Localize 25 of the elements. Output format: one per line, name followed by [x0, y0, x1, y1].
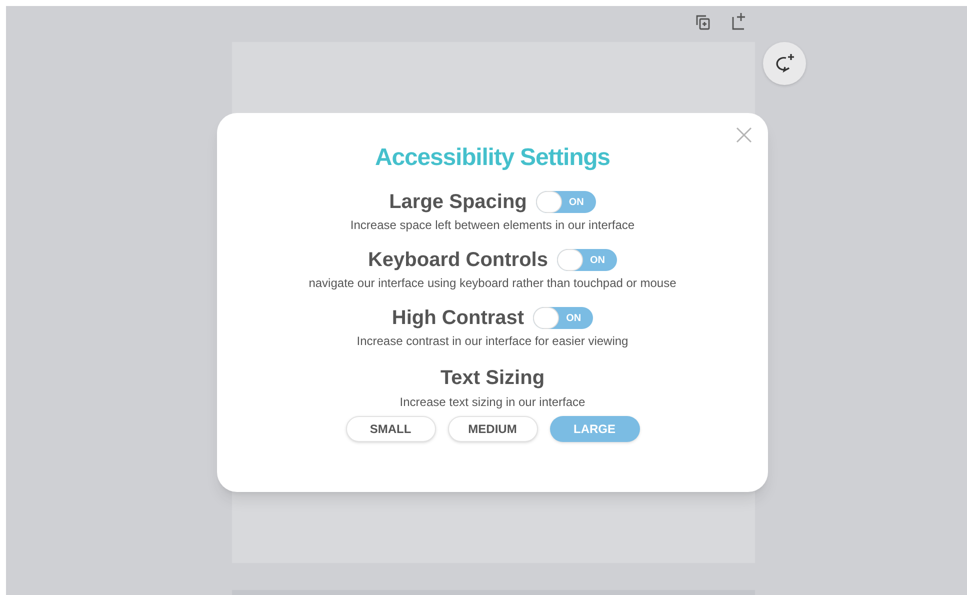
setting-description: navigate our interface using keyboard rather than touchpad or mouse — [308, 275, 676, 291]
toggle-switch[interactable]: ON — [533, 307, 594, 329]
setting-label: Large Spacing — [389, 190, 527, 215]
setting-description: Increase space left between elements in our interface — [350, 217, 635, 233]
setting-label: High Contrast — [392, 306, 524, 331]
toggle-text: ON — [590, 254, 605, 268]
setting-label: Keyboard Controls — [368, 248, 548, 273]
setting-description: Increase contrast in our interface for easier viewing — [356, 333, 628, 349]
toggle-text: ON — [568, 196, 584, 210]
text-size-option[interactable]: LARGE — [550, 416, 640, 442]
toggle-knob — [557, 249, 583, 271]
toggle-switch[interactable]: ON — [536, 191, 596, 213]
dialog-title: Accessibility Settings — [375, 143, 610, 173]
setting-label: Text Sizing — [440, 366, 545, 391]
text-size-option[interactable]: MEDIUM — [448, 416, 538, 442]
close-icon — [736, 127, 752, 143]
add-page-icon[interactable] — [730, 11, 748, 31]
text-size-option[interactable]: SMALL — [346, 416, 436, 442]
toggle-text: ON — [566, 312, 582, 326]
toggle-knob — [536, 191, 562, 213]
toggle-switch[interactable]: ON — [557, 249, 617, 271]
toggle-knob — [533, 307, 560, 329]
duplicate-page-icon[interactable] — [694, 13, 712, 31]
add-comment-button[interactable] — [763, 42, 806, 85]
setting-description: Increase text sizing in our interface — [400, 394, 586, 410]
